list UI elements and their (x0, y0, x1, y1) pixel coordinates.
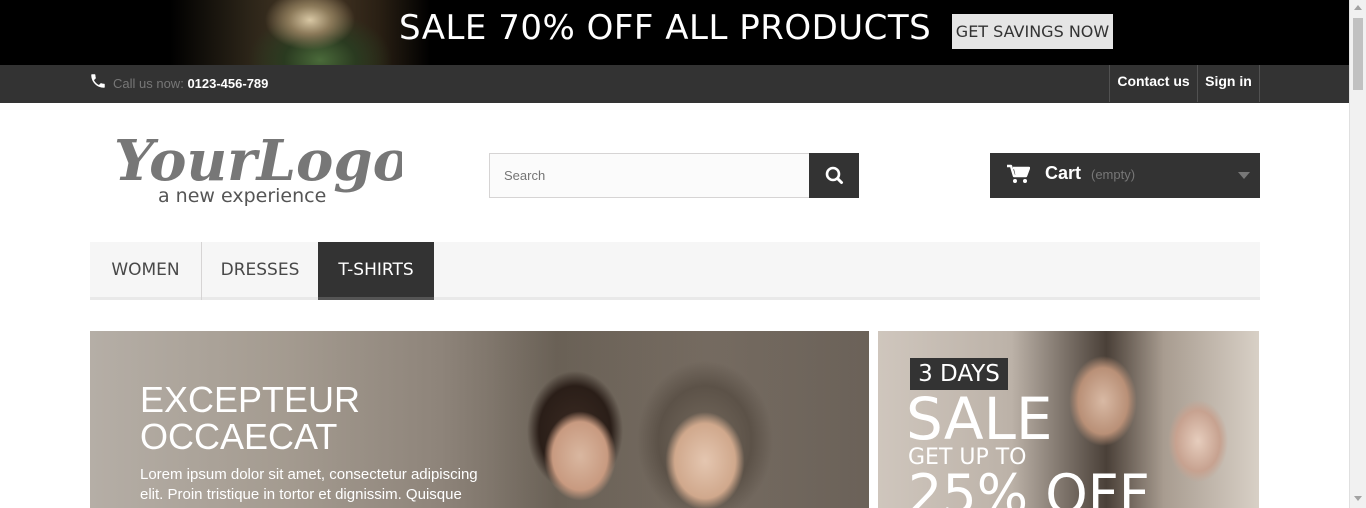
scrollbar-thumb[interactable] (1353, 18, 1363, 90)
promo-photo (170, 0, 430, 65)
menu-item-dresses[interactable]: DRESSES (202, 242, 319, 300)
site-logo[interactable]: YourLogo a new experience (112, 122, 402, 210)
scroll-up-icon[interactable] (1354, 5, 1362, 10)
get-savings-button[interactable]: GET SAVINGS NOW (952, 14, 1113, 49)
phone-number: 0123-456-789 (187, 76, 269, 91)
category-menu: WOMEN DRESSES T-SHIRTS (90, 242, 1260, 300)
sale-heading: SALE (906, 385, 1053, 453)
slider-photo (490, 331, 869, 508)
menu-item-tshirts[interactable]: T-SHIRTS (318, 242, 434, 300)
phone-icon (91, 74, 105, 88)
side-promo-banner[interactable]: 3 DAYS SALE GET UP TO 25% OFF (878, 331, 1259, 508)
menu-item-women[interactable]: WOMEN (90, 242, 202, 300)
scroll-down-icon[interactable] (1354, 496, 1362, 501)
cart-label: Cart (1045, 163, 1082, 183)
call-label: Call us now: (113, 76, 184, 91)
cart-icon (1007, 164, 1030, 183)
discount-text: 25% OFF (908, 463, 1150, 508)
cart-status: (empty) (1091, 167, 1136, 182)
contact-us-link[interactable]: Contact us (1109, 65, 1197, 102)
sign-in-link[interactable]: Sign in (1197, 65, 1260, 102)
logo-tagline: a new experience (158, 185, 326, 207)
top-nav-bar: Call us now: 0123-456-789 Contact us Sig… (0, 65, 1349, 103)
slide-title: EXCEPTEUR OCCAECAT (140, 379, 361, 457)
promo-text: SALE 70% OFF ALL PRODUCTS (399, 8, 932, 48)
search-button[interactable] (809, 153, 859, 198)
search-input[interactable] (489, 153, 810, 198)
chevron-down-icon (1238, 172, 1250, 179)
slide-description: Lorem ipsum dolor sit amet, consectetur … (140, 466, 478, 508)
page-scrollbar[interactable] (1349, 0, 1366, 508)
home-slider[interactable]: EXCEPTEUR OCCAECAT Lorem ipsum dolor sit… (90, 331, 869, 508)
cart-button[interactable]: Cart (empty) (990, 153, 1260, 198)
search-icon (825, 166, 843, 184)
call-us-text: Call us now: 0123-456-789 (113, 76, 268, 91)
promo-banner[interactable]: SALE 70% OFF ALL PRODUCTS GET SAVINGS NO… (0, 0, 1349, 65)
